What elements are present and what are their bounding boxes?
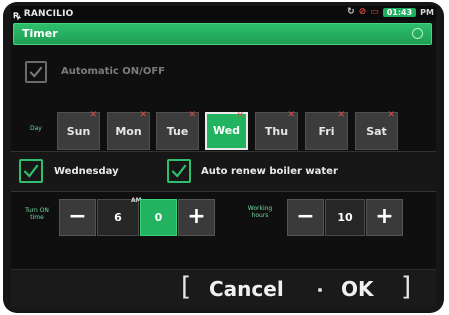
close-icon: ✕ — [89, 110, 97, 120]
working-hours-label: Working hours — [237, 205, 283, 219]
rancilio-logo-icon: ꝶ — [13, 10, 21, 21]
plus-icon: + — [187, 204, 206, 229]
right-bracket-icon: ] — [401, 272, 412, 302]
day-label-fri: Fri — [318, 125, 335, 138]
working-hours-field[interactable]: 10 — [325, 199, 365, 236]
brand-name: RANCILIO — [23, 9, 74, 19]
status-icons: ↻ ⊘ ▭ 01:43 PM — [347, 7, 434, 17]
refresh-icon: ↻ — [347, 7, 355, 17]
device-frame: ꝶ RANCILIO ↻ ⊘ ▭ 01:43 PM Timer Automati… — [3, 2, 444, 313]
day-tue[interactable]: Tue ✕ — [156, 110, 199, 150]
screen: ꝶ RANCILIO ↻ ⊘ ▭ 01:43 PM Timer Automati… — [11, 6, 436, 307]
auto-renew-label: Auto renew boiler water — [201, 166, 338, 177]
turn-on-minute-field[interactable]: 0 — [140, 199, 177, 236]
cancel-button[interactable]: Cancel — [209, 277, 284, 301]
working-hours-plus-button[interactable]: + — [366, 199, 403, 236]
automatic-label: Automatic ON/OFF — [61, 66, 165, 77]
clock-ampm: PM — [420, 7, 434, 17]
close-icon: ✕ — [139, 110, 147, 120]
working-hours-value: 10 — [337, 211, 353, 224]
day-label-mon: Mon — [115, 125, 142, 138]
day-label-thu: Thu — [264, 125, 289, 138]
status-circle-icon[interactable] — [412, 28, 423, 39]
day-label-sat: Sat — [366, 125, 387, 138]
day-label: Day — [30, 125, 42, 132]
options-row: Wednesday Auto renew boiler water — [11, 151, 436, 192]
day-label-tue: Tue — [166, 125, 189, 138]
checkmark-icon — [29, 66, 43, 78]
left-bracket-icon: [ — [181, 272, 192, 302]
close-icon: ✕ — [337, 110, 345, 120]
close-icon: ✕ — [188, 110, 196, 120]
close-icon: ✕ — [287, 110, 295, 120]
wednesday-label: Wednesday — [54, 166, 119, 177]
working-label-line2: hours — [251, 212, 269, 219]
close-icon: ✕ — [387, 110, 395, 120]
working-label-line1: Working — [247, 205, 273, 212]
minus-icon: − — [68, 204, 87, 229]
day-mon[interactable]: Mon ✕ — [107, 110, 150, 150]
turn-on-hour-field[interactable]: 6 — [97, 199, 139, 236]
day-label-sun: Sun — [66, 125, 91, 138]
day-sun[interactable]: Sun ✕ — [57, 110, 100, 150]
day-label-wed: Wed — [212, 124, 241, 137]
checkmark-icon — [171, 164, 187, 178]
turn-on-minute-value: 0 — [154, 211, 163, 224]
title-bar: Timer — [13, 23, 432, 45]
alert-icon: ⊘ — [358, 7, 367, 17]
turn-on-minus-button[interactable]: − — [59, 199, 96, 236]
auto-renew-checkbox[interactable] — [167, 159, 191, 183]
brand: ꝶ RANCILIO — [13, 7, 73, 21]
day-wed[interactable]: Wed ✕ — [205, 111, 248, 150]
close-icon: ✕ — [236, 111, 244, 121]
day-fri[interactable]: Fri ✕ — [305, 110, 348, 150]
bottom-bar: [ Cancel OK ] — [11, 269, 436, 307]
automatic-checkbox[interactable] — [25, 61, 47, 83]
turn-on-label-line1: Turn ON — [25, 207, 49, 214]
turn-on-plus-button[interactable]: + — [178, 199, 215, 236]
day-sat[interactable]: Sat ✕ — [355, 110, 398, 150]
separator-dot-icon — [318, 288, 322, 292]
page-title: Timer — [22, 27, 58, 40]
day-thu[interactable]: Thu ✕ — [255, 110, 298, 150]
minus-icon: − — [296, 204, 315, 229]
checkmark-icon — [23, 164, 39, 178]
turn-on-hour-value: 6 — [114, 211, 122, 224]
battery-icon: ▭ — [370, 7, 379, 17]
wednesday-checkbox[interactable] — [19, 159, 43, 183]
clock: 01:43 — [382, 7, 417, 17]
status-bar: ꝶ RANCILIO ↻ ⊘ ▭ 01:43 PM — [11, 6, 436, 21]
plus-icon: + — [375, 204, 394, 229]
working-hours-minus-button[interactable]: − — [287, 199, 324, 236]
turn-on-label-line2: time — [30, 214, 44, 221]
turn-on-time-label: Turn ON time — [16, 207, 58, 221]
ok-button[interactable]: OK — [341, 277, 374, 301]
